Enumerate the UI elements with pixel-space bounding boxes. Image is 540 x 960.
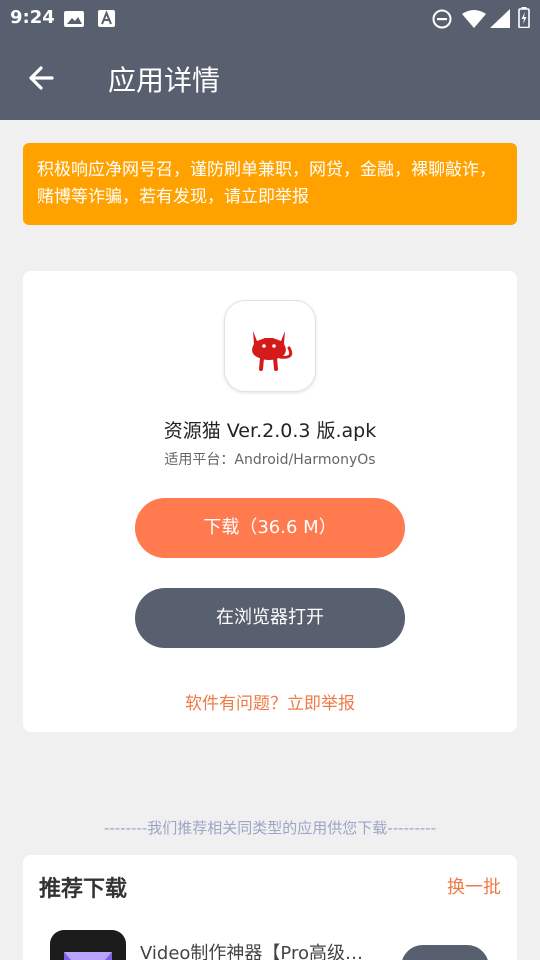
arrow-back-icon[interactable] bbox=[22, 58, 62, 98]
do-not-disturb-icon bbox=[432, 9, 452, 29]
fraud-warning-banner: 积极响应净网号召，谨防刷单兼职，网贷，金融，裸聊敲诈，赌博等诈骗，若有发现，请立… bbox=[23, 143, 517, 225]
open-in-browser-button[interactable]: 在浏览器打开 bbox=[135, 588, 405, 648]
app-header: 9:24 应用详情 bbox=[0, 0, 540, 120]
recommend-title: 推荐下载 bbox=[39, 877, 128, 902]
recommend-item-name: Video制作神器【Pro高级… bbox=[140, 943, 363, 960]
status-bar: 9:24 bbox=[0, 0, 540, 36]
app-name: 资源猫 Ver.2.0.3 版.apk bbox=[163, 420, 377, 442]
platform-info: 适用平台：Android/HarmonyOs bbox=[164, 452, 376, 468]
red-cat-icon bbox=[252, 331, 293, 371]
refresh-batch-button[interactable]: 换一批 bbox=[447, 873, 501, 899]
status-time: 9:24 bbox=[10, 7, 55, 28]
recommend-download-button[interactable] bbox=[401, 945, 489, 960]
wifi-icon bbox=[462, 10, 486, 28]
recommend-note: --------我们推荐相关同类型的应用供您下载--------- bbox=[103, 819, 437, 837]
image-icon bbox=[64, 11, 84, 27]
page-title: 应用详情 bbox=[108, 64, 221, 97]
video-maker-icon bbox=[50, 930, 126, 960]
report-link[interactable]: 软件有问题？立即举报 bbox=[23, 689, 517, 714]
download-button[interactable]: 下载（36.6 M） bbox=[135, 498, 405, 558]
text-a-icon bbox=[98, 10, 115, 27]
battery-icon bbox=[518, 7, 530, 28]
signal-icon bbox=[490, 9, 510, 28]
recommend-card: 推荐下载 换一批 Video制作神器【Pro高级… bbox=[23, 855, 517, 960]
app-detail-card: 资源猫 Ver.2.0.3 版.apk 适用平台：Android/Harmony… bbox=[23, 271, 517, 732]
app-icon bbox=[225, 301, 315, 391]
